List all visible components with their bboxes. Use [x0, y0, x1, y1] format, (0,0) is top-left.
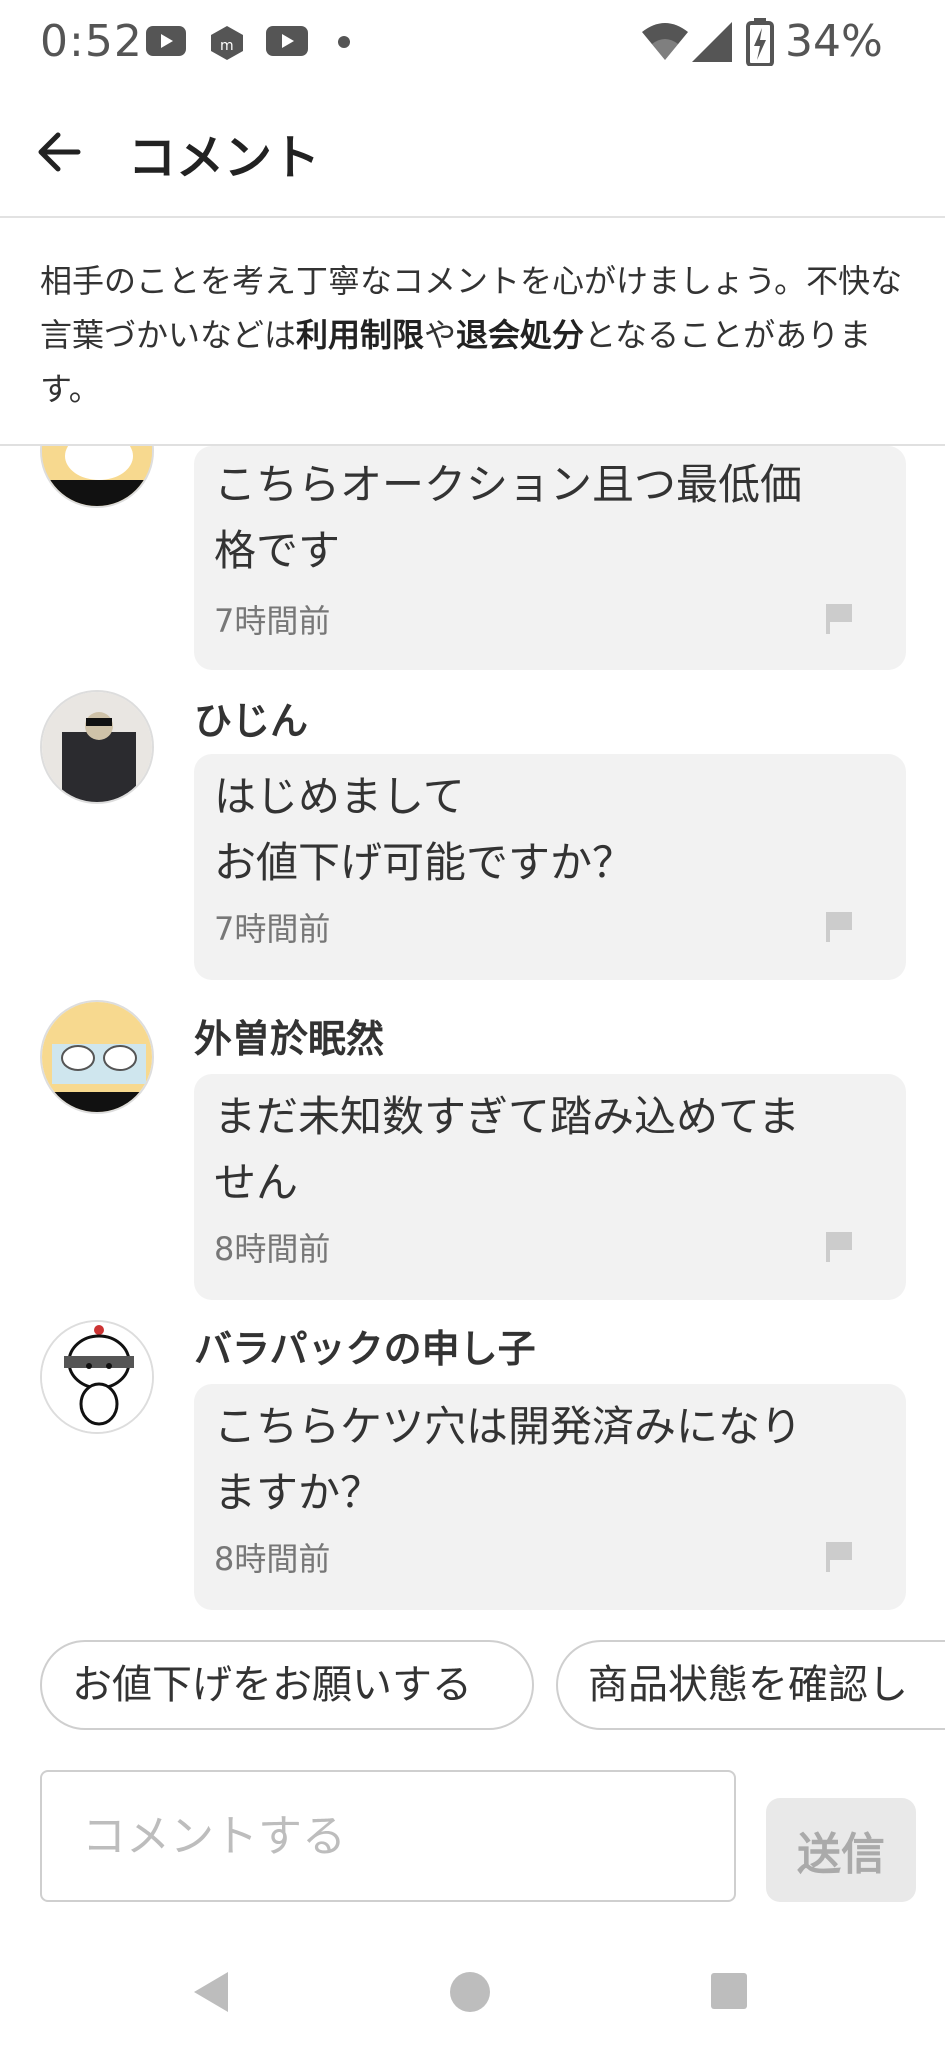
- app-notification-icon: m: [211, 26, 243, 60]
- comment-bubble: はじめまして お値下げ可能ですか？ 7時間前: [194, 754, 906, 980]
- quick-reply-chips: お値下げをお願いする 商品状態を確認し: [0, 1640, 945, 1732]
- comment-username[interactable]: 外曽於眠然: [194, 1008, 384, 1063]
- notice-text-connector: や: [424, 316, 457, 354]
- report-flag-icon[interactable]: [824, 602, 854, 636]
- report-flag-icon[interactable]: [824, 1230, 854, 1264]
- battery-percent: 34%: [785, 16, 883, 67]
- youtube-notification-icon: [146, 26, 186, 56]
- app-header: コメント: [0, 86, 945, 218]
- status-bar: 0:52 m 34%: [0, 0, 945, 86]
- comment-bubble: こちらオークション且つ最低価 格です 7時間前: [194, 446, 906, 670]
- more-notifications-dot-icon: [338, 36, 350, 48]
- back-arrow-icon[interactable]: [30, 122, 90, 182]
- avatar[interactable]: [40, 1320, 154, 1434]
- svg-text:m: m: [220, 38, 234, 54]
- system-navigation-bar: [0, 1940, 945, 2048]
- status-time: 0:52: [40, 16, 143, 67]
- send-button[interactable]: 送信: [766, 1798, 916, 1902]
- quick-reply-price-cut-chip[interactable]: お値下げをお願いする: [40, 1640, 534, 1730]
- notice-account-deletion: 退会処分: [456, 316, 585, 354]
- wifi-icon: [642, 23, 688, 60]
- comment-time: 8時間前: [214, 1540, 331, 1578]
- cell-signal-icon: [692, 22, 732, 62]
- page-title: コメント: [128, 130, 321, 186]
- comment-bubble: こちらケツ穴は開発済みになり ますか？ 8時間前: [194, 1384, 906, 1610]
- quick-reply-condition-chip[interactable]: 商品状態を確認し: [556, 1640, 945, 1730]
- comment-username[interactable]: バラパックの申し子: [194, 1318, 536, 1373]
- nav-home-icon[interactable]: [449, 1971, 491, 2013]
- comment-text: こちらオークション且つ最低価 格です: [214, 460, 803, 575]
- avatar-image: [42, 1322, 152, 1432]
- youtube-notification-icon-2: [266, 26, 308, 56]
- avatar-image: [42, 446, 152, 506]
- comment-guideline-notice: 相手のことを考え丁寧なコメントを心がけましょう。不快な言葉づかいなどは利用制限や…: [0, 218, 945, 446]
- comment-time: 7時間前: [214, 602, 331, 640]
- comment-text: はじめまして お値下げ可能ですか？: [214, 772, 635, 887]
- battery-charging-icon: [746, 18, 774, 66]
- report-flag-icon[interactable]: [824, 1540, 854, 1574]
- comment-username[interactable]: ひじん: [194, 690, 308, 745]
- comment-input[interactable]: [40, 1770, 736, 1902]
- avatar-image: [42, 1002, 152, 1112]
- notice-usage-restriction: 利用制限: [296, 316, 425, 354]
- nav-back-icon[interactable]: [190, 1970, 230, 2014]
- report-flag-icon[interactable]: [824, 910, 854, 944]
- nav-recents-icon[interactable]: [710, 1972, 748, 2010]
- comment-time: 7時間前: [214, 910, 331, 948]
- avatar[interactable]: [40, 446, 154, 508]
- comment-text: こちらケツ穴は開発済みになり ますか？: [214, 1402, 803, 1517]
- comment-bubble: まだ未知数すぎて踏み込めてま せん 8時間前: [194, 1074, 906, 1300]
- avatar[interactable]: [40, 690, 154, 804]
- avatar[interactable]: [40, 1000, 154, 1114]
- avatar-image: [42, 692, 152, 802]
- comment-text: まだ未知数すぎて踏み込めてま せん: [214, 1092, 800, 1207]
- comment-time: 8時間前: [214, 1230, 331, 1268]
- comment-list[interactable]: こちらオークション且つ最低価 格です 7時間前 ひじん はじめまして お値下げ可…: [0, 446, 945, 1612]
